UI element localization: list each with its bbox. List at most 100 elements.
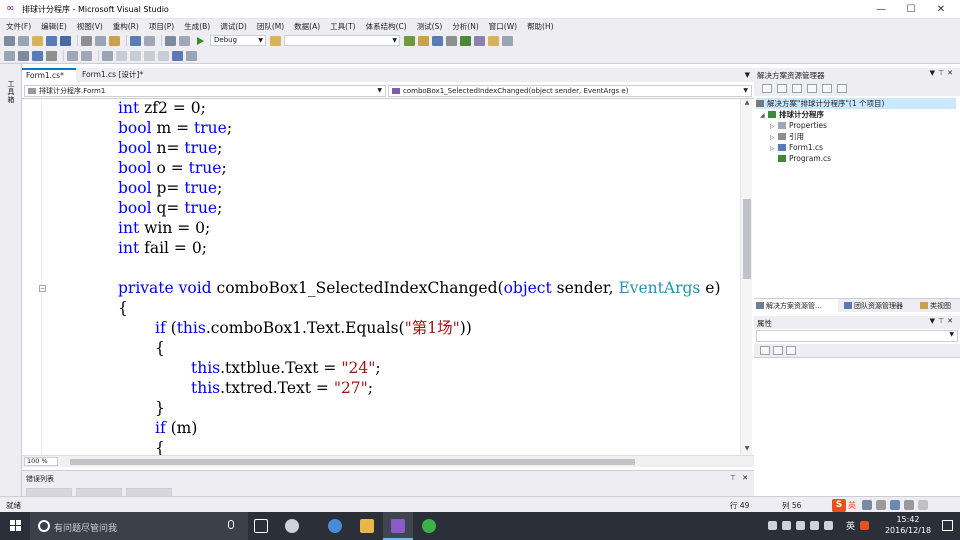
find-combo[interactable]: ▼ bbox=[284, 35, 400, 46]
scroll-down-icon[interactable]: ▼ bbox=[741, 445, 753, 452]
navigate-forward-icon[interactable] bbox=[179, 35, 190, 46]
tree-properties[interactable]: ▷ Properties bbox=[770, 120, 827, 131]
ime-punct-icon[interactable] bbox=[876, 500, 886, 510]
ime-settings-icon[interactable] bbox=[918, 500, 928, 510]
scroll-thumb[interactable] bbox=[743, 199, 751, 279]
action-center-icon[interactable] bbox=[942, 520, 953, 531]
clock[interactable]: 15:42 2016/12/18 bbox=[878, 515, 938, 536]
menu-tools[interactable]: 工具(T) bbox=[330, 21, 355, 32]
tab-form1-designer[interactable]: Form1.cs [设计]* bbox=[78, 68, 158, 82]
copy-icon[interactable] bbox=[95, 35, 106, 46]
menu-team[interactable]: 团队(M) bbox=[257, 21, 284, 32]
pane-buttons[interactable]: ▼⊤✕ bbox=[930, 317, 956, 325]
alphabetical-icon[interactable] bbox=[773, 346, 783, 355]
close-icon[interactable]: ✕ bbox=[742, 474, 748, 482]
menu-build[interactable]: 生成(B) bbox=[184, 21, 210, 32]
collapse-arrow-icon[interactable]: ◢ bbox=[760, 110, 768, 121]
clear-bookmarks-icon[interactable] bbox=[172, 50, 183, 61]
menu-view[interactable]: 视图(V) bbox=[77, 21, 103, 32]
task-view-button[interactable] bbox=[246, 512, 276, 540]
tree-solution[interactable]: 解决方案"排球计分程序"(1 个项目) bbox=[756, 98, 956, 109]
collapse-outline-icon[interactable]: − bbox=[39, 285, 46, 292]
view-designer-icon[interactable] bbox=[822, 84, 832, 93]
ime-mic-icon[interactable] bbox=[890, 500, 900, 510]
tab-list-dropdown-icon[interactable]: ▼ bbox=[745, 68, 750, 82]
volume-icon[interactable] bbox=[824, 521, 833, 530]
properties-icon[interactable] bbox=[418, 35, 429, 46]
decrease-indent-icon[interactable] bbox=[67, 50, 78, 61]
toolbar-options-icon[interactable] bbox=[186, 50, 197, 61]
ime-keyboard-icon[interactable] bbox=[904, 500, 914, 510]
solution-config-select[interactable]: Debug ▼ bbox=[210, 35, 266, 46]
class-selector[interactable]: 排球计分程序.Form1 ▼ bbox=[24, 85, 386, 97]
categorized-icon[interactable] bbox=[760, 346, 770, 355]
code-editor[interactable]: − int zf2 = 0; bool m = true; bool n= tr… bbox=[22, 99, 740, 455]
new-project-icon[interactable] bbox=[4, 35, 15, 46]
cut-icon[interactable] bbox=[81, 35, 92, 46]
minimize-button[interactable]: — bbox=[866, 0, 896, 19]
maximize-button[interactable]: ☐ bbox=[896, 0, 926, 19]
menu-architecture[interactable]: 体系结构(C) bbox=[366, 21, 407, 32]
cortana-search-box[interactable]: 有问题尽管问我 bbox=[30, 512, 248, 540]
property-pages-icon[interactable] bbox=[786, 346, 796, 355]
pane-buttons[interactable]: ▼⊤✕ bbox=[930, 69, 956, 77]
window-icon[interactable] bbox=[502, 35, 513, 46]
menu-edit[interactable]: 编辑(E) bbox=[41, 21, 67, 32]
taskbar-app-fan[interactable] bbox=[277, 512, 307, 540]
object-browser-icon[interactable] bbox=[432, 35, 443, 46]
extension-icon[interactable] bbox=[474, 35, 485, 46]
show-all-files-icon[interactable] bbox=[777, 84, 787, 93]
menu-analyze[interactable]: 分析(N) bbox=[452, 21, 478, 32]
next-bookmark-icon[interactable] bbox=[158, 50, 169, 61]
menu-debug[interactable]: 调试(D) bbox=[220, 21, 247, 32]
navigate-backward-icon[interactable] bbox=[165, 35, 176, 46]
taskbar-app-green[interactable] bbox=[414, 512, 444, 540]
tab-solution-explorer[interactable]: 解决方案资源管... bbox=[754, 299, 838, 313]
menu-test[interactable]: 测试(S) bbox=[417, 21, 443, 32]
tree-project[interactable]: ◢ 排球计分程序 bbox=[760, 109, 824, 120]
prev-bookmark-icon[interactable] bbox=[144, 50, 155, 61]
menu-help[interactable]: 帮助(H) bbox=[527, 21, 554, 32]
properties-icon[interactable] bbox=[762, 84, 772, 93]
properties-object-select[interactable]: ▼ bbox=[756, 330, 958, 342]
microphone-icon[interactable] bbox=[228, 520, 234, 529]
start-page-icon[interactable] bbox=[460, 35, 471, 46]
horizontal-scroll-thumb[interactable] bbox=[70, 459, 635, 465]
save-icon[interactable] bbox=[46, 35, 57, 46]
input-language[interactable]: 英 bbox=[846, 519, 855, 532]
quick-info-icon[interactable] bbox=[32, 50, 43, 61]
menu-file[interactable]: 文件(F) bbox=[6, 21, 31, 32]
tray-icon[interactable] bbox=[796, 521, 805, 530]
undo-icon[interactable] bbox=[130, 35, 141, 46]
tray-icon[interactable] bbox=[768, 521, 777, 530]
open-file-icon[interactable] bbox=[32, 35, 43, 46]
view-class-diagram-icon[interactable] bbox=[837, 84, 847, 93]
save-all-icon[interactable] bbox=[60, 35, 71, 46]
editor-vertical-scrollbar[interactable]: ▲ ▼ bbox=[740, 99, 752, 455]
ime-moon-icon[interactable] bbox=[862, 500, 872, 510]
toolbox-tab-label[interactable]: 工具箱 bbox=[6, 80, 16, 104]
toolbox-dock-strip[interactable]: 工具箱 bbox=[0, 64, 22, 496]
sogou-tray-icon[interactable] bbox=[860, 521, 869, 530]
parameter-info-icon[interactable] bbox=[18, 50, 29, 61]
find-in-files-icon[interactable] bbox=[270, 35, 281, 46]
add-item-icon[interactable] bbox=[18, 35, 29, 46]
uncomment-icon[interactable] bbox=[116, 50, 127, 61]
tab-form1-cs[interactable]: Form1.cs* bbox=[22, 68, 76, 82]
tree-form1[interactable]: ▷ Form1.cs bbox=[770, 142, 823, 153]
tree-program[interactable]: Program.cs bbox=[778, 153, 831, 164]
toolbox-icon[interactable] bbox=[446, 35, 457, 46]
menu-data[interactable]: 数据(A) bbox=[294, 21, 320, 32]
sogou-ime-icon[interactable]: S bbox=[832, 498, 846, 512]
taskbar-app-browser[interactable] bbox=[320, 512, 350, 540]
tab-team-explorer[interactable]: 团队资源管理器 bbox=[842, 299, 914, 313]
close-button[interactable]: ✕ bbox=[926, 0, 956, 19]
menu-project[interactable]: 项目(P) bbox=[149, 21, 174, 32]
menu-window[interactable]: 窗口(W) bbox=[489, 21, 517, 32]
increase-indent-icon[interactable] bbox=[81, 50, 92, 61]
member-selector[interactable]: comboBox1_SelectedIndexChanged(object se… bbox=[388, 85, 752, 97]
expand-arrow-icon[interactable]: ▷ bbox=[770, 143, 778, 154]
view-code-icon[interactable] bbox=[807, 84, 817, 93]
refresh-icon[interactable] bbox=[792, 84, 802, 93]
scroll-up-icon[interactable]: ▲ bbox=[741, 99, 753, 106]
